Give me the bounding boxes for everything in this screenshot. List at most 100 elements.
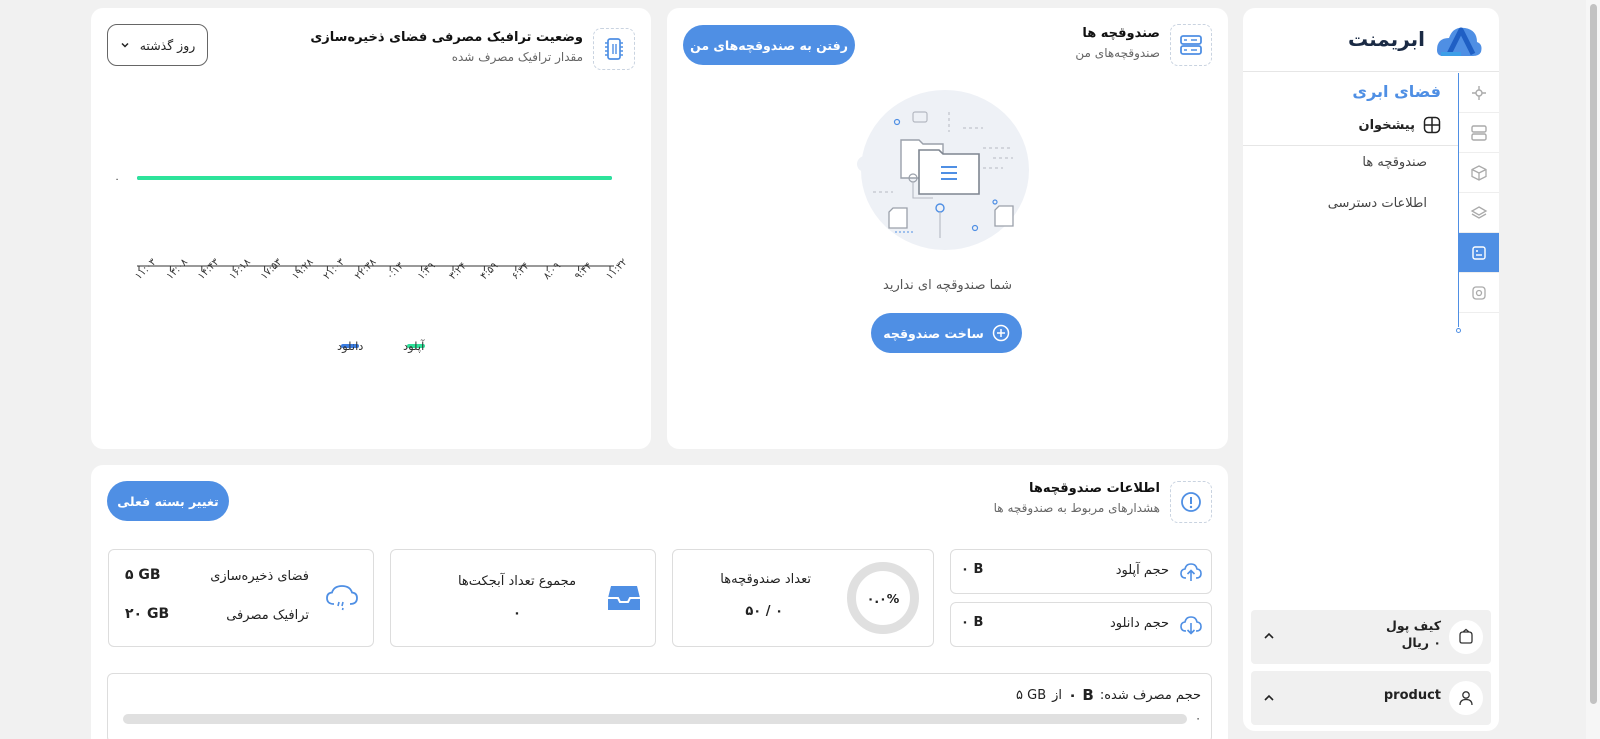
quota-stat: فضای ذخیره‌سازی ۵ GB ترافیک مصرفی ۲۰ GB bbox=[108, 549, 374, 647]
bucket-count-stat: ۰.۰% تعداد صندوقچه‌ها ۰ / ۵۰ bbox=[672, 549, 934, 647]
x-tick-label: ۹:۴۴ bbox=[573, 261, 595, 283]
rail-cloud[interactable] bbox=[1459, 73, 1499, 113]
user-icon bbox=[1459, 691, 1473, 706]
create-bucket-label: ساخت صندوقچه bbox=[883, 325, 984, 341]
objects-value: ۰ bbox=[513, 606, 521, 621]
brand[interactable]: ابریمنت bbox=[1348, 20, 1485, 58]
go-to-buckets-button[interactable]: رفتن به صندوقچه‌های من bbox=[683, 25, 855, 65]
cloud-download-icon bbox=[1180, 616, 1202, 635]
tools-icon bbox=[1472, 285, 1486, 300]
wallet-icon bbox=[1459, 628, 1473, 644]
objects-label: مجموع تعداد آبجکت‌ها bbox=[457, 574, 577, 589]
server-icon bbox=[1471, 124, 1487, 141]
sidebar: ابریمنت فضای ابری پیشخوان صندوقچه ها اطل… bbox=[1243, 8, 1499, 731]
legend-label: آپلود bbox=[403, 339, 425, 354]
rail-layers[interactable] bbox=[1459, 193, 1499, 233]
legend-label: دانلود bbox=[337, 339, 363, 354]
x-tick-label: ۱:۴۹ bbox=[416, 261, 438, 283]
y-tick-label: ۰ bbox=[114, 174, 119, 185]
buckets-card: صندوقچه ها صندوقچه‌های من رفتن به صندوقچ… bbox=[667, 8, 1228, 449]
usage-percent: ۰ bbox=[1195, 712, 1201, 725]
download-value: ۰ B bbox=[961, 615, 984, 630]
dashboard-icon bbox=[1423, 116, 1441, 134]
x-tick-label: ۲۱:۰۳ bbox=[322, 256, 348, 282]
x-tick-label: ۸:۰۹ bbox=[542, 261, 564, 283]
buckets-title: صندوقچه ها bbox=[1082, 26, 1160, 41]
x-tick-label: ۳:۲۴ bbox=[447, 261, 469, 283]
usage-text: حجم مصرف شده: ۰ B از ۵ GB bbox=[1016, 686, 1201, 704]
info-subtitle: هشدارهای مربوط به صندوقچه ها bbox=[993, 501, 1160, 515]
info-icon bbox=[1181, 492, 1201, 512]
rail-end-dot bbox=[1456, 328, 1461, 333]
cloud-rain-icon bbox=[326, 585, 358, 611]
x-tick-label: ۱۱:۳۲ bbox=[604, 257, 629, 282]
empty-buckets-illustration bbox=[857, 90, 1029, 250]
buckets-icon-box bbox=[1170, 24, 1212, 66]
chevron-up-icon[interactable] bbox=[1263, 630, 1275, 642]
nav-buckets[interactable]: صندوقچه ها bbox=[1362, 155, 1427, 170]
nav-dashboard-label: پیشخوان bbox=[1358, 117, 1416, 133]
storage-icon bbox=[1472, 245, 1486, 260]
rail-storage[interactable] bbox=[1459, 233, 1499, 273]
bucket-percent-ring: ۰.۰% bbox=[847, 562, 919, 634]
upload-stat: حجم آپلود ۰ B bbox=[950, 549, 1212, 594]
user-name: product bbox=[1383, 688, 1441, 703]
avatar bbox=[1449, 681, 1483, 715]
upload-label: حجم آپلود bbox=[1115, 563, 1169, 578]
server-icon bbox=[1180, 35, 1202, 55]
wallet-label: کیف پول bbox=[1386, 618, 1441, 633]
brand-logo-icon bbox=[1437, 27, 1482, 56]
create-bucket-button[interactable]: ساخت صندوقچه bbox=[871, 313, 1022, 353]
objects-stat: مجموع تعداد آبجکت‌ها ۰ bbox=[390, 549, 656, 647]
cloud-network-icon bbox=[1472, 85, 1486, 100]
empty-buckets-text: شما صندوقچه ای ندارید bbox=[883, 278, 1012, 293]
x-tick-label: ۱۶:۱۸ bbox=[228, 256, 254, 282]
x-tick-label: ۲۲:۳۸ bbox=[353, 256, 379, 282]
nav-access-info[interactable]: اطلاعات دسترسی bbox=[1328, 196, 1427, 211]
usage-of: از bbox=[1052, 687, 1063, 703]
x-tick-label: ۶:۳۴ bbox=[510, 261, 532, 283]
traffic-label: ترافیک مصرفی bbox=[226, 608, 309, 623]
rail-box[interactable] bbox=[1459, 153, 1499, 193]
wallet-amount: ۰ ریال bbox=[1401, 635, 1441, 650]
download-stat: حجم دانلود ۰ B bbox=[950, 602, 1212, 647]
download-label: حجم دانلود bbox=[1109, 616, 1169, 631]
change-plan-button[interactable]: تغییر بسته فعلی bbox=[107, 481, 229, 521]
rail-tools[interactable] bbox=[1459, 273, 1499, 313]
usage-progress-bar bbox=[123, 714, 1187, 724]
bucket-count-label: تعداد صندوقچه‌ها bbox=[720, 572, 811, 587]
rail-servers[interactable] bbox=[1459, 113, 1499, 153]
bucket-count-value: ۰ / ۵۰ bbox=[745, 604, 783, 619]
usage-panel: حجم مصرف شده: ۰ B از ۵ GB ۰ bbox=[107, 673, 1212, 739]
x-tick-label: ۰:۱۳ bbox=[385, 260, 407, 282]
user-panel[interactable]: product bbox=[1251, 671, 1491, 725]
upload-value: ۰ B bbox=[961, 562, 984, 577]
wallet-icon-wrap bbox=[1449, 620, 1483, 654]
x-tick-label: ۱۷:۵۳ bbox=[259, 256, 285, 282]
inbox-icon bbox=[608, 586, 640, 610]
brand-name: ابریمنت bbox=[1347, 27, 1425, 51]
divider bbox=[1243, 145, 1458, 146]
divider bbox=[1243, 71, 1499, 72]
buckets-subtitle: صندوقچه‌های من bbox=[1075, 46, 1160, 60]
storage-value: ۵ GB bbox=[125, 567, 161, 583]
traffic-chart: ۰ ۱۱:۰۳ ۱۳:۰۸ ۱۴:۴۳ ۱۶:۱۸ ۱۷:۵۳ ۱۹:۲۸ ۲۱:۰۳ ۲۲:۳… bbox=[114, 174, 629, 354]
usage-value: ۰ B bbox=[1068, 686, 1094, 704]
section-title: فضای ابری bbox=[1352, 82, 1441, 101]
x-tick-label: ۱۹:۲۸ bbox=[290, 256, 316, 282]
nav-dashboard[interactable]: پیشخوان bbox=[1359, 116, 1442, 134]
info-icon-box bbox=[1170, 481, 1212, 523]
traffic-card: وضعیت ترافیک مصرفی فضای ذخیره‌سازی مقدار… bbox=[91, 8, 651, 449]
x-tick-label: ۱۴:۴۳ bbox=[196, 256, 222, 282]
info-card: اطلاعات صندوقچه‌ها هشدارهای مربوط به صند… bbox=[91, 465, 1228, 739]
x-tick-label: ۱۳:۰۸ bbox=[165, 256, 191, 282]
scrollbar-thumb[interactable] bbox=[1590, 4, 1597, 704]
plus-circle-icon bbox=[992, 324, 1010, 342]
wallet-panel[interactable]: کیف پول ۰ ریال bbox=[1251, 610, 1491, 664]
storage-label: فضای ذخیره‌سازی bbox=[210, 569, 309, 584]
icon-rail bbox=[1456, 73, 1499, 333]
x-tick-label: ۱۱:۰۳ bbox=[133, 256, 159, 282]
layers-icon bbox=[1470, 205, 1488, 219]
box-icon bbox=[1471, 164, 1487, 181]
chevron-up-icon[interactable] bbox=[1263, 692, 1275, 704]
